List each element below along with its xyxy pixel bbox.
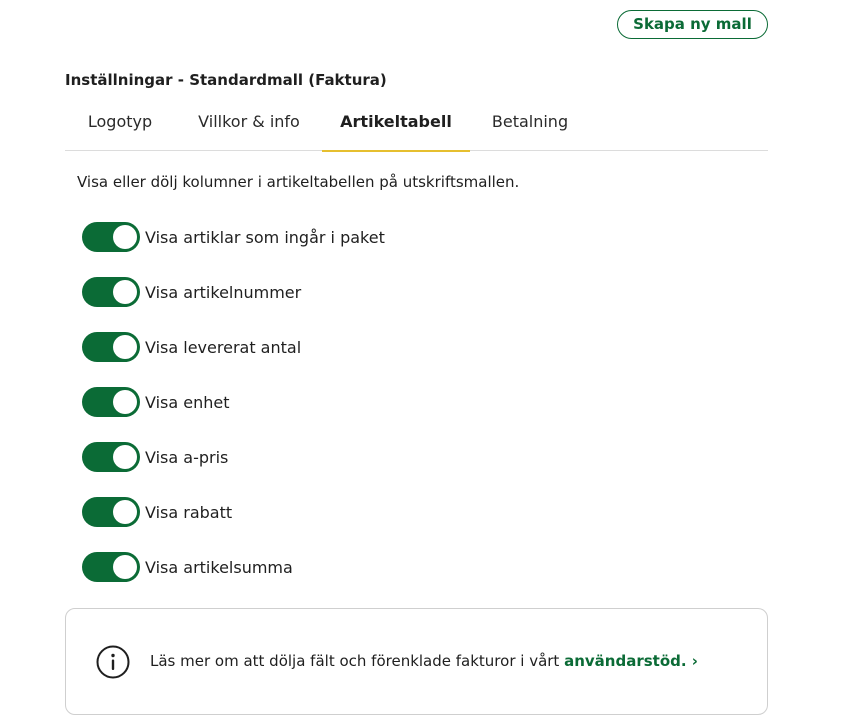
- toggle-knob: [113, 390, 137, 414]
- toggle-knob: [113, 500, 137, 524]
- tab-betalning[interactable]: Betalning: [480, 104, 580, 150]
- toggle-label: Visa rabatt: [145, 502, 233, 522]
- toggle-row-article-number[interactable]: Visa artikelnummer: [82, 277, 301, 307]
- toggle-row-article-sum[interactable]: Visa artikelsumma: [82, 552, 293, 582]
- toggle-switch[interactable]: [82, 442, 140, 472]
- toggle-knob: [113, 555, 137, 579]
- toggle-switch[interactable]: [82, 222, 140, 252]
- toggle-row-package-articles[interactable]: Visa artiklar som ingår i paket: [82, 222, 385, 252]
- toggle-row-delivered-quantity[interactable]: Visa levererat antal: [82, 332, 301, 362]
- toggle-label: Visa enhet: [145, 392, 230, 412]
- tab-villkor-info[interactable]: Villkor & info: [185, 104, 313, 150]
- toggle-knob: [113, 280, 137, 304]
- toggle-switch[interactable]: [82, 332, 140, 362]
- settings-title: Inställningar - Standardmall (Faktura): [65, 71, 387, 89]
- toggle-switch[interactable]: [82, 387, 140, 417]
- info-text: Läs mer om att dölja fält och förenklade…: [150, 652, 698, 670]
- toggle-row-discount[interactable]: Visa rabatt: [82, 497, 232, 527]
- toggle-label: Visa artiklar som ingår i paket: [145, 227, 385, 247]
- toggle-switch[interactable]: [82, 552, 140, 582]
- tab-artikeltabell[interactable]: Artikeltabell: [322, 104, 470, 152]
- toggle-knob: [113, 335, 137, 359]
- toggle-row-unit-price[interactable]: Visa a-pris: [82, 442, 228, 472]
- toggle-label: Visa artikelsumma: [145, 557, 293, 577]
- toggle-label: Visa artikelnummer: [145, 282, 302, 302]
- info-message: Läs mer om att dölja fält och förenklade…: [150, 652, 565, 670]
- toggle-knob: [113, 445, 137, 469]
- toggle-knob: [113, 225, 137, 249]
- toggle-label: Visa levererat antal: [145, 337, 302, 357]
- tab-logotyp[interactable]: Logotyp: [65, 104, 175, 150]
- toggle-label: Visa a-pris: [145, 447, 229, 467]
- article-table-description: Visa eller dölj kolumner i artikeltabell…: [77, 173, 520, 191]
- toggle-switch[interactable]: [82, 497, 140, 527]
- info-box: Läs mer om att dölja fält och förenklade…: [65, 608, 768, 715]
- toggle-switch[interactable]: [82, 277, 140, 307]
- tab-bar: Logotyp Villkor & info Artikeltabell Bet…: [65, 104, 768, 152]
- create-new-template-button[interactable]: Skapa ny mall: [617, 10, 768, 39]
- info-icon: [96, 645, 130, 679]
- user-support-link[interactable]: användarstöd. ›: [564, 652, 698, 670]
- toggle-row-unit[interactable]: Visa enhet: [82, 387, 230, 417]
